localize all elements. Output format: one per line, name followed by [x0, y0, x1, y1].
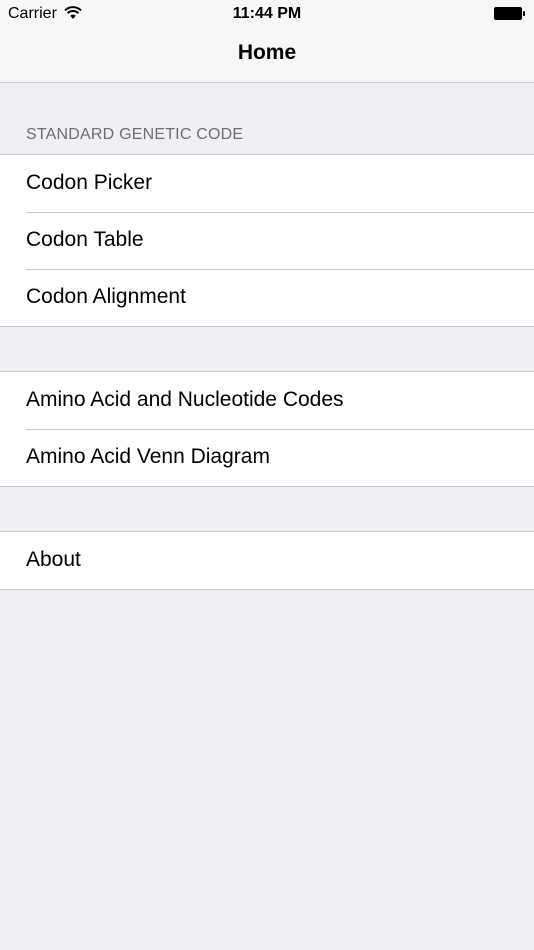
- row-amino-acid-venn-diagram[interactable]: Amino Acid Venn Diagram: [0, 429, 534, 486]
- section-codes: Amino Acid and Nucleotide Codes Amino Ac…: [0, 371, 534, 487]
- row-label: Codon Alignment: [26, 285, 186, 308]
- top-bar: Carrier 11:44 PM Home: [0, 0, 534, 83]
- row-codon-picker[interactable]: Codon Picker: [0, 155, 534, 212]
- nav-title: Home: [237, 41, 297, 64]
- battery-icon: [494, 7, 526, 20]
- status-time: 11:44 PM: [232, 5, 302, 22]
- status-bar: Carrier 11:44 PM: [0, 0, 534, 28]
- row-label: Amino Acid and Nucleotide Codes: [26, 388, 344, 411]
- row-label: Amino Acid Venn Diagram: [26, 445, 270, 468]
- row-amino-acid-nucleotide-codes[interactable]: Amino Acid and Nucleotide Codes: [0, 372, 534, 429]
- section-header-standard-genetic-code: STANDARD GENETIC CODE: [26, 126, 244, 143]
- screen: Carrier 11:44 PM Home STANDARD GENETIC C…: [0, 0, 534, 950]
- row-label: Codon Table: [26, 228, 144, 251]
- row-label: About: [26, 548, 81, 571]
- section-about: About: [0, 531, 534, 590]
- row-about[interactable]: About: [0, 532, 534, 589]
- row-label: Codon Picker: [26, 171, 153, 194]
- row-codon-alignment[interactable]: Codon Alignment: [0, 269, 534, 326]
- section-standard-genetic-code: Codon Picker Codon Table Codon Alignment: [0, 154, 534, 327]
- row-codon-table[interactable]: Codon Table: [0, 212, 534, 269]
